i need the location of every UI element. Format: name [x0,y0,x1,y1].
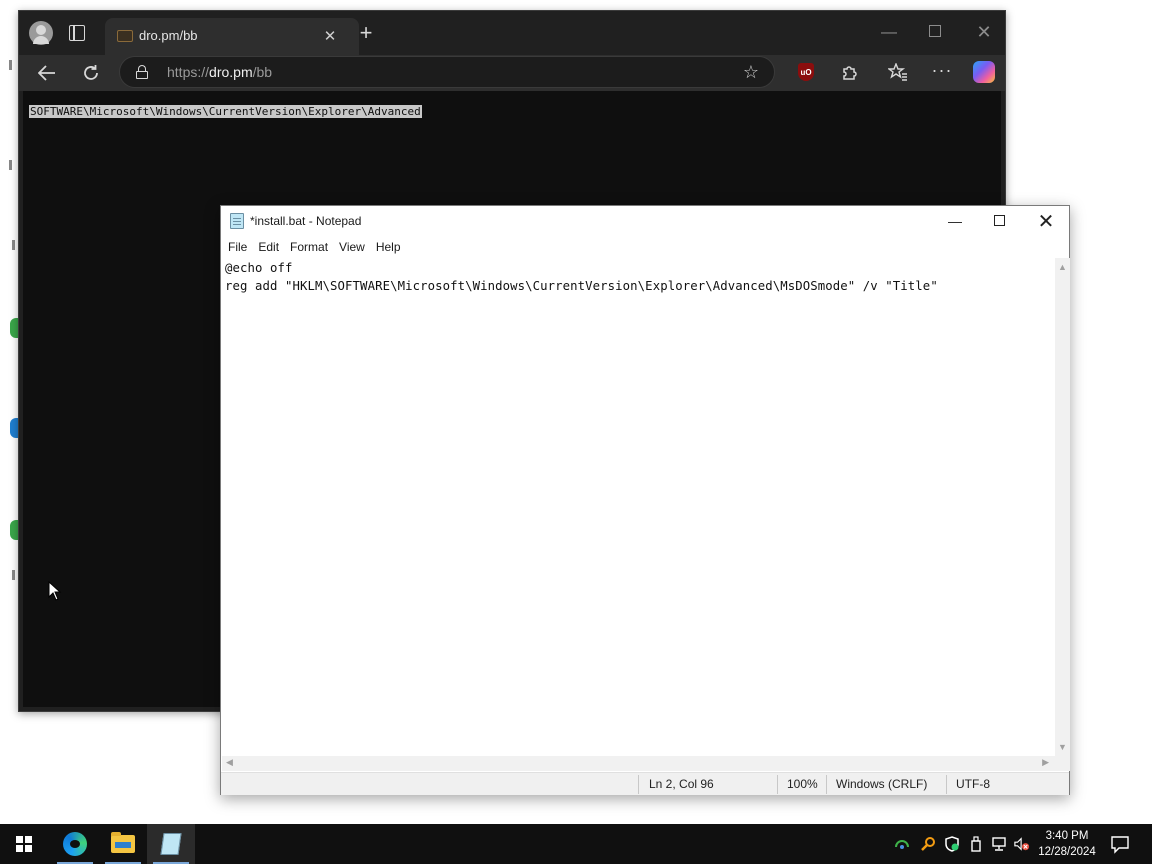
back-arrow-icon[interactable] [33,59,61,87]
desktop-icon-fragment [9,60,12,70]
ublock-badge: uO [798,63,814,81]
star-icon[interactable]: ☆ [740,61,762,83]
page-selected-text[interactable]: SOFTWARE\Microsoft\Windows\CurrentVersio… [29,105,422,118]
status-cursor-position: Ln 2, Col 96 [649,777,714,791]
maximize-icon[interactable] [929,25,941,37]
usb-device-icon[interactable] [968,836,984,852]
tab-actions-icon[interactable] [69,25,85,41]
horizontal-scrollbar[interactable]: ◀ ▶ [222,756,1055,771]
desktop-icon-fragment [9,160,12,170]
status-zoom: 100% [787,777,818,791]
scroll-down-icon[interactable]: ▼ [1058,742,1067,752]
notification-icon[interactable] [1110,834,1130,854]
refresh-icon[interactable] [77,59,105,87]
taskbar-explorer-button[interactable] [99,824,147,864]
menu-edit[interactable]: Edit [254,240,284,254]
notepad-text-area[interactable]: @echo off reg add "HKLM\SOFTWARE\Microsof… [222,258,1055,756]
desktop-icon-fragment [12,570,15,580]
scrollbar-corner [1055,756,1070,771]
network-icon[interactable] [991,836,1007,852]
desktop-icon-fragment [12,240,15,250]
vertical-scrollbar[interactable]: ▲ ▼ [1055,258,1070,756]
browser-tab-bar: dro.pm/bb ✕ + — ✕ [19,11,1005,55]
lock-icon[interactable] [136,65,148,79]
desktop-icon-fragment [10,418,18,438]
taskbar-edge-button[interactable] [51,824,99,864]
more-icon[interactable]: ··· [931,59,953,81]
status-separator [777,775,778,794]
start-button[interactable] [0,824,48,864]
url-text[interactable]: https://dro.pm/bb [167,64,272,80]
tab-title: dro.pm/bb [139,28,198,43]
taskbar-clock[interactable]: 3:40 PM 12/28/2024 [1034,828,1100,860]
status-line-ending: Windows (CRLF) [836,777,928,791]
browser-tab[interactable]: dro.pm/bb ✕ [105,18,359,55]
menu-file[interactable]: File [224,240,252,254]
address-bar[interactable]: https://dro.pm/bb ☆ [119,56,775,88]
scroll-left-icon[interactable]: ◀ [226,757,233,768]
notepad-status-bar: Ln 2, Col 96 100% Windows (CRLF) UTF-8 [221,772,1069,795]
minimize-icon[interactable]: — [947,213,963,229]
network-sync-icon[interactable] [894,836,910,852]
folder-favicon-icon [117,30,133,42]
notepad-menu-bar: File Edit Format View Help [221,236,1069,258]
scroll-up-icon[interactable]: ▲ [1058,262,1067,272]
close-window-icon[interactable]: ✕ [973,21,995,43]
favorites-icon[interactable] [887,61,909,83]
scroll-right-icon[interactable]: ▶ [1042,757,1049,768]
url-path: /bb [252,64,273,80]
close-icon[interactable]: ✕ [1036,210,1056,233]
folder-icon [111,832,135,853]
status-encoding: UTF-8 [956,777,990,791]
menu-format[interactable]: Format [286,240,333,254]
taskbar: 3:40 PM 12/28/2024 [0,824,1152,864]
clock-date: 12/28/2024 [1038,846,1096,858]
notepad-text[interactable]: @echo off reg add "HKLM\SOFTWARE\Microsof… [225,259,938,295]
puzzle-icon[interactable] [839,61,861,83]
menu-view[interactable]: View [335,240,370,254]
security-shield-icon[interactable] [944,836,960,852]
search-tool-icon[interactable] [920,836,936,852]
status-separator [946,775,947,794]
status-separator [826,775,827,794]
profile-avatar-icon[interactable] [29,21,53,45]
ublock-extension-icon[interactable]: uO [795,61,817,83]
windows-logo-icon [16,836,32,852]
new-tab-icon[interactable]: + [356,20,376,45]
notepad-window: *install.bat - Notepad — ✕ File Edit For… [220,205,1070,795]
notepad-title: *install.bat - Notepad [250,214,362,228]
browser-toolbar: https://dro.pm/bb ☆ uO ··· [19,55,1005,91]
notepad-app-icon [230,213,244,229]
copilot-icon[interactable] [973,61,995,83]
notepad-title-bar[interactable]: *install.bat - Notepad — ✕ [221,206,1069,236]
url-host: dro.pm [209,64,253,80]
menu-help[interactable]: Help [372,240,406,254]
minimize-icon[interactable]: — [881,24,897,41]
close-tab-icon[interactable]: ✕ [321,27,339,45]
desktop-icon-fragment [10,520,18,540]
notepad-icon [160,833,182,855]
volume-muted-icon[interactable] [1014,836,1030,852]
desktop-icon-fragment [10,318,18,338]
maximize-icon[interactable] [994,215,1005,226]
taskbar-notepad-button[interactable] [147,824,195,864]
url-scheme: https:// [167,64,210,80]
clock-time: 3:40 PM [1045,830,1089,842]
text-line: reg add "HKLM\SOFTWARE\Microsoft\Windows… [225,279,938,293]
status-separator [638,775,639,794]
text-line: @echo off [225,261,293,275]
edge-icon [63,832,87,856]
mouse-cursor-icon [48,581,62,601]
